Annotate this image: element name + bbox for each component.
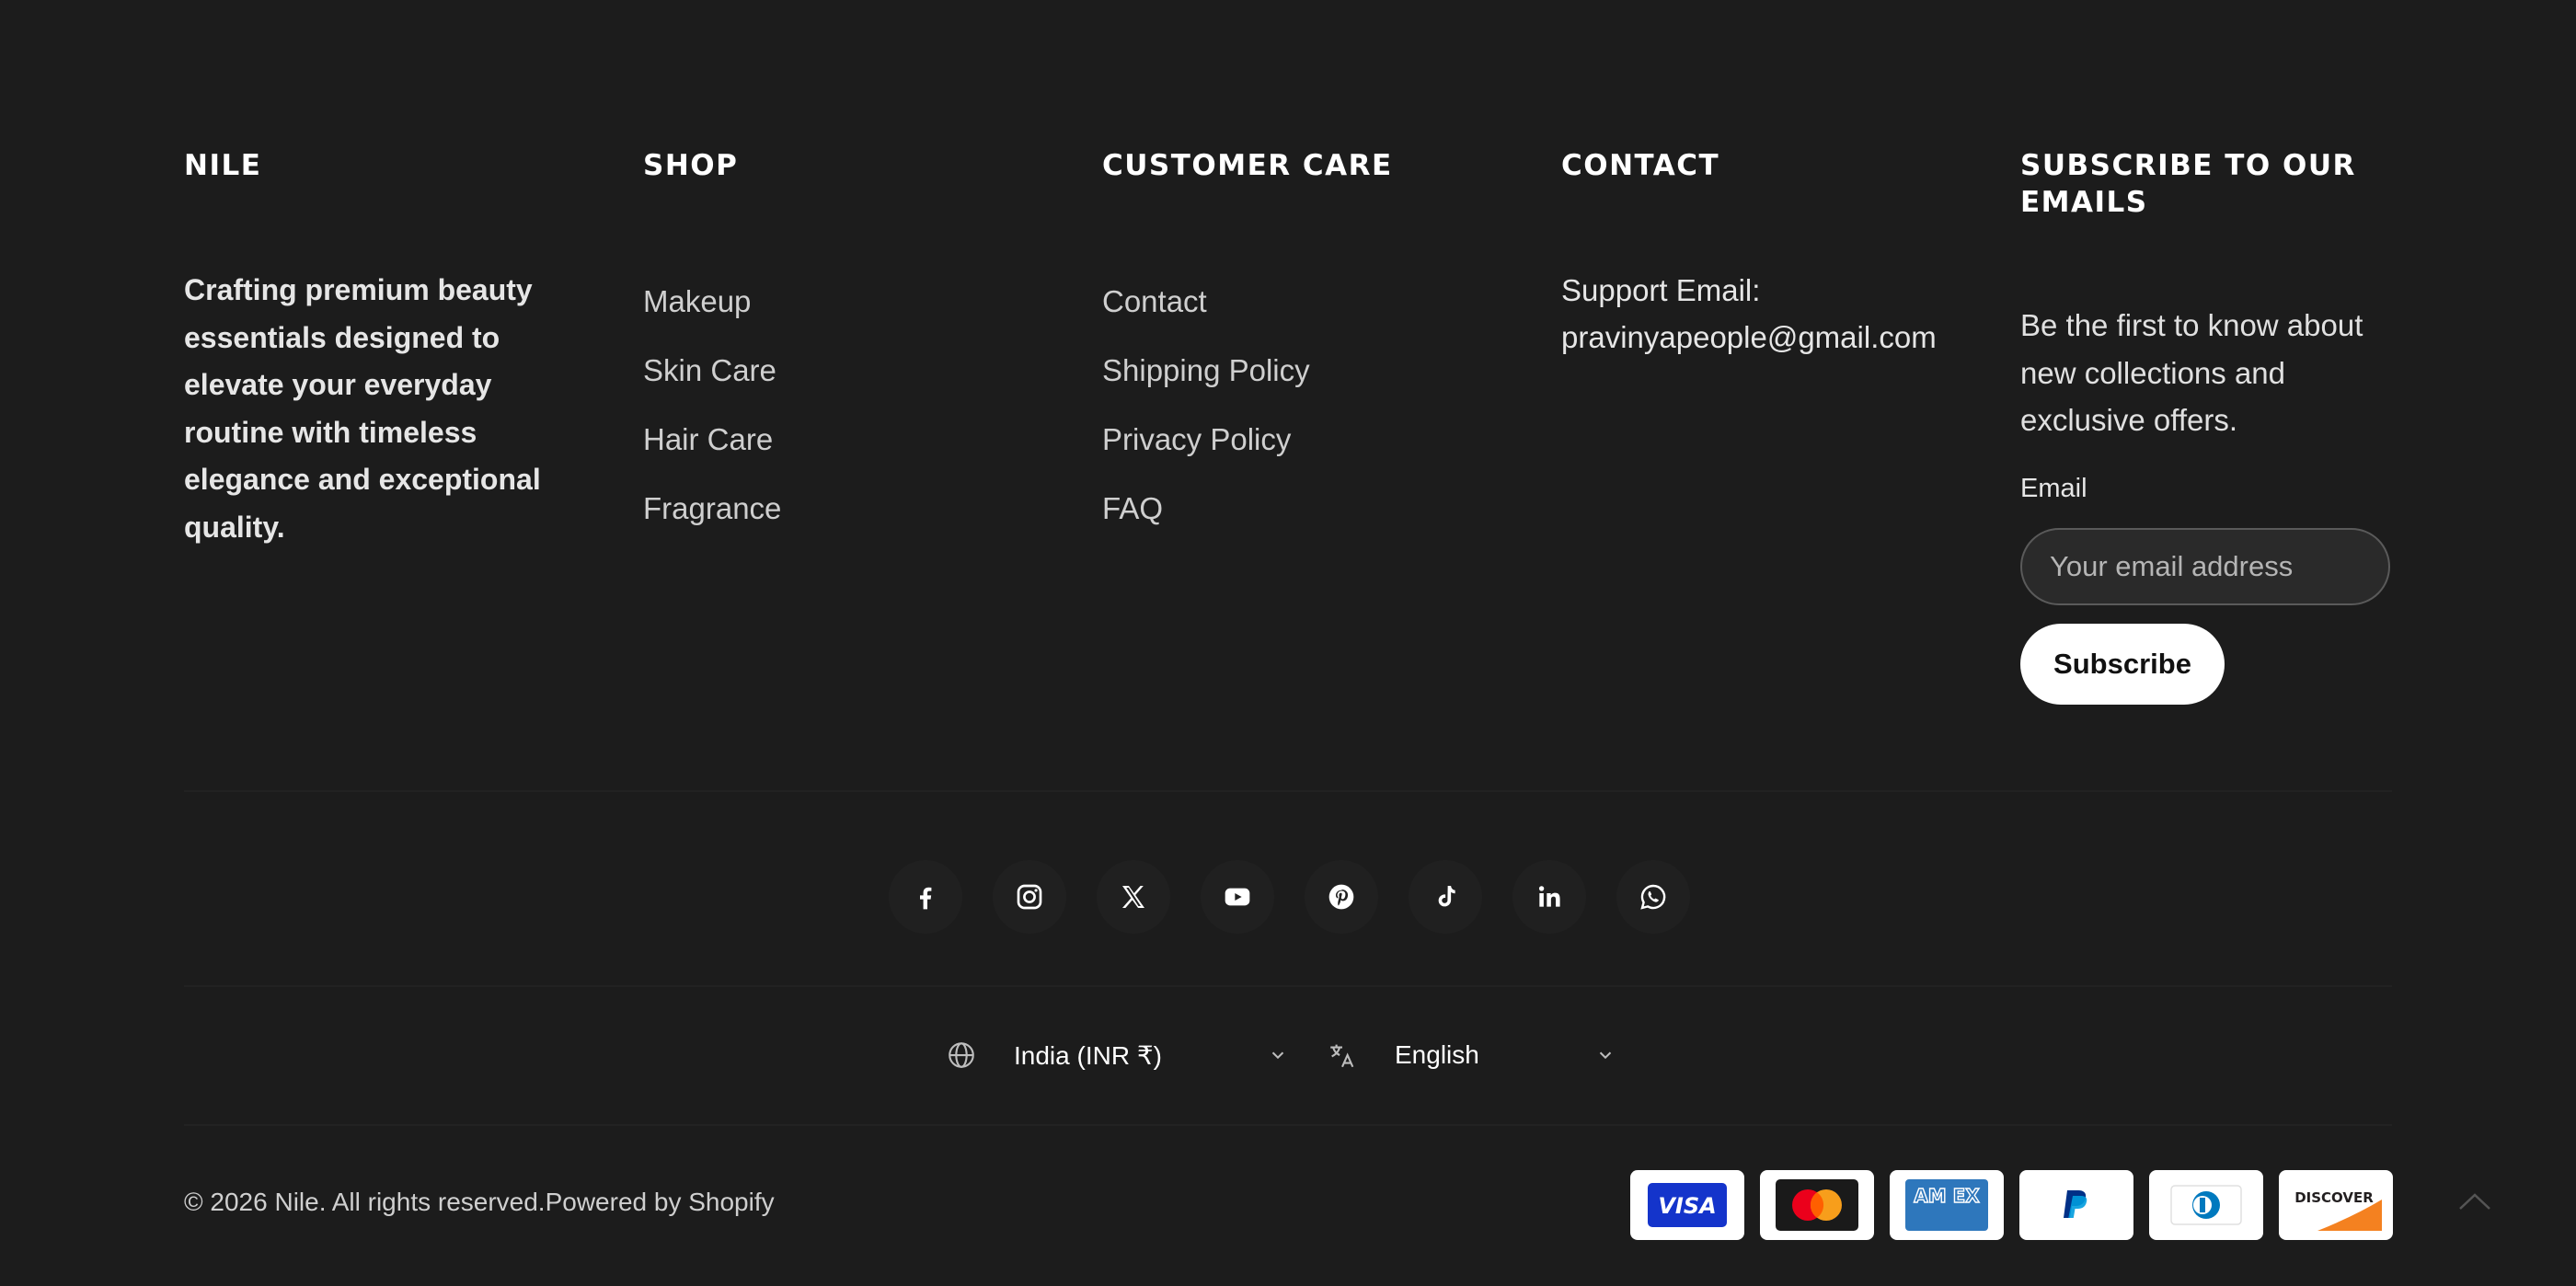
facebook-link[interactable] — [889, 860, 962, 934]
language-selector[interactable]: English — [1327, 1032, 1616, 1078]
paypal-icon — [2019, 1170, 2133, 1240]
care-link-label[interactable]: Privacy Policy — [1102, 422, 1291, 456]
discover-icon: DISCOVER — [2279, 1170, 2393, 1240]
footer-shop-column: SHOP — [643, 147, 738, 184]
footer-about-column: NILE — [184, 147, 261, 184]
contact-title: CONTACT — [1561, 149, 1720, 182]
divider — [184, 790, 2392, 792]
email-input[interactable] — [2020, 528, 2390, 605]
care-link-label[interactable]: FAQ — [1102, 491, 1163, 525]
language-value: English — [1395, 1040, 1479, 1069]
newsletter-title: SUBSCRIBE TO OUR EMAILS — [2020, 149, 2356, 219]
translate-icon — [1330, 1044, 1354, 1068]
visa-label: VISA — [1658, 1193, 1716, 1219]
back-to-top-button[interactable] — [2438, 1176, 2512, 1227]
care-link-privacy-policy[interactable]: Privacy Policy — [1102, 405, 1310, 474]
contact-info: Support Email: pravinyapeople@gmail.com — [1561, 267, 1937, 361]
divider — [184, 1124, 2392, 1126]
facebook-icon — [920, 887, 932, 910]
social-links — [889, 860, 1690, 934]
shop-link-label[interactable]: Fragrance — [643, 491, 781, 525]
tiktok-link[interactable] — [1409, 860, 1482, 934]
shop-link-label[interactable]: Hair Care — [643, 422, 773, 456]
tiktok-icon — [1438, 886, 1455, 907]
copyright-text: © 2026 Nile. All rights reserved.Powered… — [184, 1188, 775, 1216]
shop-link-label[interactable]: Skin Care — [643, 353, 776, 387]
email-label: Email — [2020, 474, 2087, 503]
mastercard-icon — [1760, 1170, 1874, 1240]
shop-link-makeup[interactable]: Makeup — [643, 267, 781, 336]
x-icon — [1122, 886, 1144, 908]
care-link-label[interactable]: Contact — [1102, 284, 1207, 318]
customer-care-links: Contact Shipping Policy Privacy Policy F… — [1102, 267, 1310, 543]
chevron-down-icon — [1271, 1051, 1284, 1060]
visa-icon: VISA — [1630, 1170, 1744, 1240]
shop-link-skin-care[interactable]: Skin Care — [643, 336, 781, 405]
care-link-label[interactable]: Shipping Policy — [1102, 353, 1310, 387]
linkedin-link[interactable] — [1512, 860, 1586, 934]
subscribe-button[interactable]: Subscribe — [2020, 624, 2225, 705]
x-link[interactable] — [1097, 860, 1170, 934]
country-selector[interactable]: India (INR ₹) — [946, 1032, 1288, 1078]
shop-title: SHOP — [643, 149, 739, 182]
footer-customer-care-column: CUSTOMER CARE — [1102, 147, 1393, 184]
care-link-shipping-policy[interactable]: Shipping Policy — [1102, 336, 1310, 405]
footer-newsletter-column: SUBSCRIBE TO OUR EMAILS — [2020, 147, 2407, 221]
payment-methods: VISA AM EX DISCOVER — [1630, 1170, 2393, 1240]
support-email-address[interactable]: pravinyapeople@gmail.com — [1561, 314, 1937, 361]
globe-icon — [949, 1042, 974, 1068]
chevron-up-icon — [2459, 1193, 2490, 1210]
discover-label: DISCOVER — [2294, 1189, 2374, 1206]
shop-link-fragrance[interactable]: Fragrance — [643, 474, 781, 543]
chevron-down-icon — [1599, 1051, 1612, 1060]
whatsapp-icon — [1640, 884, 1666, 910]
pinterest-link[interactable] — [1305, 860, 1378, 934]
linkedin-icon — [1538, 886, 1560, 907]
whatsapp-link[interactable] — [1616, 860, 1690, 934]
instagram-link[interactable] — [993, 860, 1066, 934]
shop-link-label[interactable]: Makeup — [643, 284, 751, 318]
amex-label: AM EX — [1914, 1185, 1980, 1207]
pinterest-icon — [1328, 884, 1354, 910]
care-link-faq[interactable]: FAQ — [1102, 474, 1310, 543]
amex-icon: AM EX — [1890, 1170, 2004, 1240]
country-value: India (INR ₹) — [1014, 1040, 1162, 1070]
care-link-contact[interactable]: Contact — [1102, 267, 1310, 336]
customer-care-title: CUSTOMER CARE — [1102, 149, 1393, 182]
shop-links: Makeup Skin Care Hair Care Fragrance — [643, 267, 781, 543]
footer-contact-column: CONTACT — [1561, 147, 1719, 184]
diners-club-icon — [2149, 1170, 2263, 1240]
support-email-label: Support Email: — [1561, 273, 1761, 307]
instagram-icon — [1017, 884, 1042, 910]
about-description: Crafting premium beauty essentials desig… — [184, 273, 541, 544]
newsletter-description: Be the first to know about new collectio… — [2020, 308, 2363, 437]
divider — [184, 985, 2392, 987]
youtube-link[interactable] — [1201, 860, 1274, 934]
about-title: NILE — [184, 149, 262, 182]
shop-link-hair-care[interactable]: Hair Care — [643, 405, 781, 474]
youtube-icon — [1225, 888, 1250, 906]
